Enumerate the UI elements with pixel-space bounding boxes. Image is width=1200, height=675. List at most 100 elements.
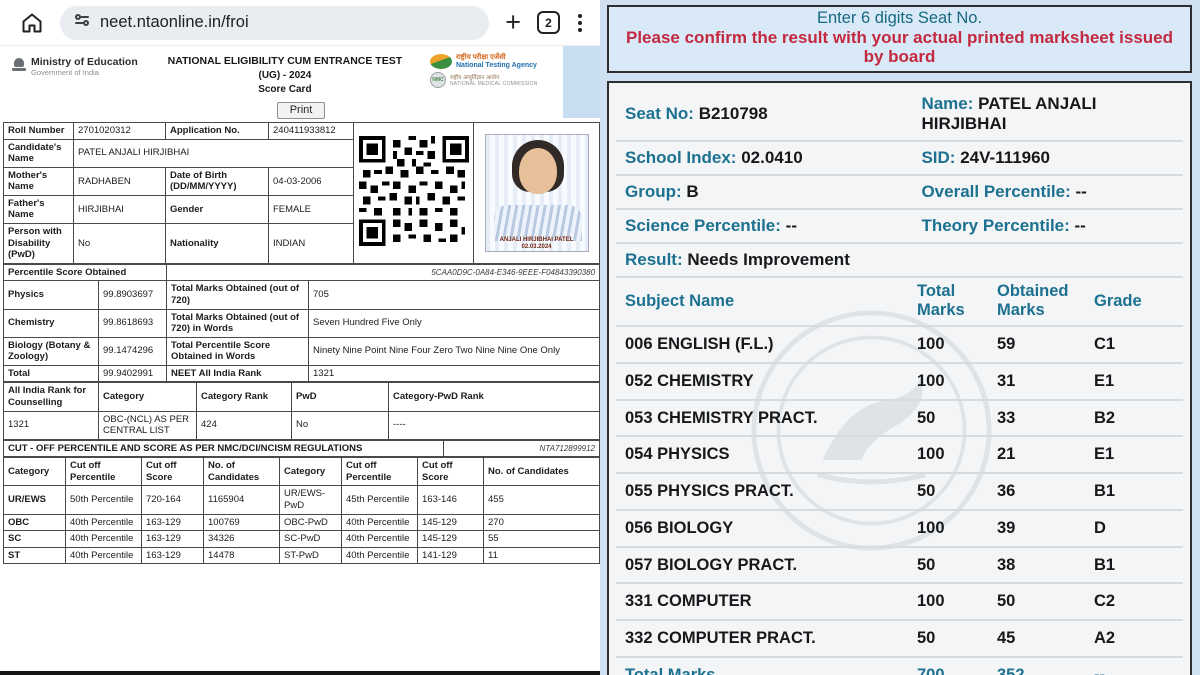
cutoff-cell: 163-129: [142, 514, 204, 531]
nta-swoosh-icon: [430, 54, 452, 69]
cutoff-header: No. of Candidates: [484, 458, 600, 486]
url-bar[interactable]: neet.ntaonline.in/froi: [60, 6, 489, 40]
serial-code: 5CAA0D9C-0A84-E346-9EEE-F04843390380: [167, 264, 600, 281]
info-row-school-sid: School Index: 02.0410 SID: 24V-111960: [616, 142, 1183, 176]
counselling-value: OBC-(NCL) AS PER CENTRAL LIST: [99, 411, 197, 439]
tab-counter[interactable]: 2: [537, 11, 560, 34]
cutoff-cell: 14478: [204, 547, 280, 564]
browser-pane: neet.ntaonline.in/froi + 2 Ministry of E…: [0, 0, 600, 675]
cutoff-cell: UR/EWS-PwD: [280, 486, 342, 514]
india-emblem-icon: [12, 58, 26, 76]
metric-label: Total Marks Obtained (out of 720): [167, 281, 309, 309]
new-tab-icon[interactable]: +: [505, 9, 521, 36]
theory-percentile-label: Theory Percentile:: [921, 216, 1069, 235]
cutoff-header: Cut off Score: [142, 458, 204, 486]
percentile-table: Percentile Score Obtained 5CAA0D9C-0A84-…: [3, 264, 600, 383]
result-label: Result:: [625, 250, 683, 269]
name-label: Candidate's Name: [4, 139, 74, 167]
photo-torso: [494, 205, 582, 241]
subject-score: 99.1474296: [99, 337, 167, 365]
candidate-photo-cell: ANJALI HIRJIBHAI PATEL 02.03.2024: [474, 123, 600, 264]
cutoff-cell: 45th Percentile: [342, 486, 418, 514]
mother-label: Mother's Name: [4, 167, 74, 195]
counselling-value: 424: [197, 411, 292, 439]
cutoff-cell: 40th Percentile: [66, 531, 142, 548]
site-settings-icon[interactable]: [73, 11, 91, 34]
metric-label: Total Percentile Score Obtained in Words: [167, 337, 309, 365]
marks-row: 057 BIOLOGY PRACT. 50 38 B1: [616, 548, 1183, 585]
cutoff-cell: 145-129: [418, 531, 484, 548]
app-label: Application No.: [166, 123, 269, 140]
agency-logos: राष्ट्रीय परीक्षा एजेंसी National Testin…: [428, 51, 560, 90]
cutoff-title-row: CUT - OFF PERCENTILE AND SCORE AS PER NM…: [3, 440, 600, 458]
school-index-label: School Index:: [625, 148, 736, 167]
cutoff-cell: 40th Percentile: [342, 547, 418, 564]
info-row-result: Result: Needs Improvement: [616, 244, 1183, 278]
cutoff-title: CUT - OFF PERCENTILE AND SCORE AS PER NM…: [4, 440, 444, 457]
cutoff-serial: NTA712899912: [444, 440, 600, 457]
info-row-group-overall: Group: B Overall Percentile: --: [616, 176, 1183, 210]
photo-caption: ANJALI HIRJIBHAI PATEL 02.03.2024: [486, 237, 588, 251]
cutoff-cell: 40th Percentile: [66, 547, 142, 564]
subject-score: 99.8618693: [99, 309, 167, 337]
metric-value: Seven Hundred Five Only: [309, 309, 600, 337]
cutoff-cell: 34326: [204, 531, 280, 548]
cutoff-cell: 55: [484, 531, 600, 548]
cutoff-cell: ST-PwD: [280, 547, 342, 564]
marks-row: 006 ENGLISH (F.L.) 100 59 C1: [616, 327, 1183, 364]
cutoff-cell: 40th Percentile: [66, 514, 142, 531]
counselling-value: No: [292, 411, 389, 439]
total-marks-grade: --: [1094, 663, 1174, 675]
school-index-value: 02.0410: [741, 148, 802, 167]
marks-row: 053 CHEMISTRY PRACT. 50 33 B2: [616, 401, 1183, 438]
pwd-label: Person with Disability (PwD): [4, 224, 74, 264]
notice-line2: Please confirm the result with your actu…: [617, 28, 1182, 66]
info-row-science-theory: Science Percentile: -- Theory Percentile…: [616, 210, 1183, 244]
name-label: Name:: [921, 94, 973, 113]
home-icon[interactable]: [20, 11, 44, 35]
cutoff-cell: 141-129: [418, 547, 484, 564]
moe-logo: Ministry of Education Government of Indi…: [8, 51, 142, 82]
marks-table-header: Subject Name Total Marks Obtained Marks …: [616, 278, 1183, 327]
counselling-table: All India Rank for Counselling Category …: [3, 382, 600, 439]
cutoff-cell: 40th Percentile: [342, 531, 418, 548]
dob-value: 04-03-2006: [269, 167, 354, 195]
scorecard-document: Ministry of Education Government of Indi…: [0, 46, 600, 564]
marks-row: 055 PHYSICS PRACT. 50 36 B1: [616, 474, 1183, 511]
metric-value: Ninety Nine Point Nine Four Zero Two Nin…: [309, 337, 600, 365]
print-row: Print: [2, 100, 600, 119]
science-percentile-label: Science Percentile:: [625, 216, 781, 235]
counselling-header: PwD: [292, 383, 389, 411]
marksheet-box: Seat No: B210798 Name: PATEL ANJALI HIRJ…: [607, 81, 1192, 675]
cutoff-cell: UR/EWS: [4, 486, 66, 514]
nmc-seal-icon: NMC: [430, 72, 446, 88]
nationality-value: INDIAN: [269, 224, 354, 264]
menu-kebab-icon[interactable]: [576, 12, 584, 34]
total-marks-obtained: 352: [997, 663, 1094, 675]
page-background-corner: [563, 46, 600, 118]
subject-label: Chemistry: [4, 309, 99, 337]
cutoff-cell: 163-146: [418, 486, 484, 514]
app-value: 240411933812: [269, 123, 354, 140]
marks-row: 331 COMPUTER 100 50 C2: [616, 584, 1183, 621]
browser-toolbar: neet.ntaonline.in/froi + 2: [0, 0, 600, 46]
cutoff-cell: 50th Percentile: [66, 486, 142, 514]
cutoff-cell: 720-164: [142, 486, 204, 514]
cutoff-cell: 100769: [204, 514, 280, 531]
cutoff-cell: 163-129: [142, 547, 204, 564]
total-marks-label: Total Marks: [625, 663, 917, 675]
cutoff-header: Category: [4, 458, 66, 486]
pwd-value: No: [74, 224, 166, 264]
cutoff-header: Category: [280, 458, 342, 486]
print-button[interactable]: Print: [277, 102, 326, 119]
cutoff-table: Category Cut off Percentile Cut off Scor…: [3, 457, 600, 564]
metric-value: 705: [309, 281, 600, 309]
result-panel: Enter 6 digits Seat No. Please confirm t…: [600, 0, 1200, 675]
seat-label: Seat No:: [625, 104, 694, 123]
marks-row: 332 COMPUTER PRACT. 50 45 A2: [616, 621, 1183, 658]
counselling-header: All India Rank for Counselling: [4, 383, 99, 411]
counselling-header: Category-PwD Rank: [389, 383, 600, 411]
roll-value: 2701020312: [74, 123, 166, 140]
metric-value: 1321: [309, 365, 600, 382]
cutoff-header: Cut off Percentile: [66, 458, 142, 486]
